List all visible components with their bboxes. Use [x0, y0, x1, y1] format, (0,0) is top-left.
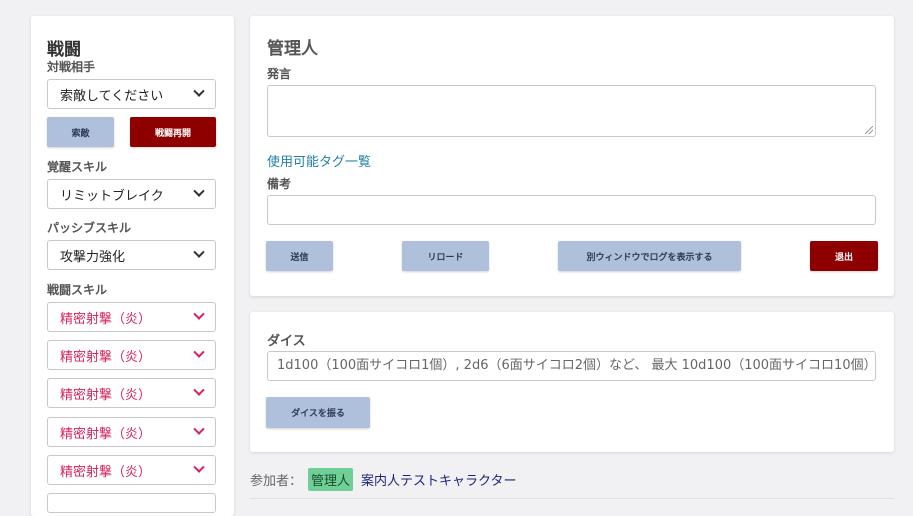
chevron-down-icon	[193, 246, 205, 258]
available-tags-link[interactable]: 使用可能タグ一覧	[267, 151, 371, 170]
chevron-down-icon	[193, 185, 205, 197]
participants-label: 参加者：	[250, 473, 303, 489]
combat-skill-select-1[interactable]: 精密射撃（炎）	[47, 302, 216, 332]
participant-guide-name[interactable]: 案内人テストキャラクター	[361, 470, 516, 489]
combat-skill-select-3[interactable]: 精密射撃（炎）	[47, 378, 216, 408]
awakening-skill-value: リミットブレイク	[60, 188, 164, 204]
battle-title: 戦闘	[47, 40, 81, 60]
dice-placeholder: 1d100（100面サイコロ1個）, 2d6（6面サイコロ2個）など、 最大 1…	[277, 358, 875, 373]
opponent-select-value: 索敵してください	[60, 88, 164, 104]
note-value	[268, 202, 286, 217]
chevron-down-icon	[193, 423, 205, 435]
reload-button[interactable]: リロード	[402, 241, 489, 271]
resize-handle-icon[interactable]	[865, 126, 873, 134]
opponent-select[interactable]: 索敵してください	[47, 79, 216, 109]
combat-skill-select-4[interactable]: 精密射撃（炎）	[47, 417, 216, 447]
awakening-skill-label: 覚醒スキル	[47, 160, 108, 174]
divider	[250, 498, 894, 499]
combat-skill-label: 戦闘スキル	[47, 283, 108, 297]
chat-panel: 管理人 発言 使用可能タグ一覧 備考 送信 リロード 別ウィンドウでログを表示す…	[250, 16, 894, 296]
participants-bar: 参加者： 管理人 案内人テストキャラクター	[250, 467, 517, 491]
exit-button[interactable]: 退出	[810, 241, 878, 271]
note-label: 備考	[267, 177, 292, 191]
combat-skill-select-2[interactable]: 精密射撃（炎）	[47, 340, 216, 370]
combat-skill-select-5[interactable]: 精密射撃（炎）	[47, 455, 216, 485]
chevron-down-icon	[193, 346, 205, 358]
combat-skill-select-6[interactable]	[47, 493, 216, 513]
combat-skill-value: 精密射撃（炎）	[60, 349, 152, 365]
passive-skill-value: 攻撃力強化	[60, 249, 126, 265]
resume-battle-button[interactable]: 戦闘再開	[130, 117, 216, 147]
open-log-window-button[interactable]: 別ウィンドウでログを表示する	[558, 241, 741, 271]
passive-skill-label: パッシブスキル	[47, 221, 132, 235]
combat-skill-value: 精密射撃（炎）	[60, 311, 152, 327]
dice-label: ダイス	[267, 334, 306, 349]
opponent-label: 対戦相手	[47, 60, 96, 74]
speech-label: 発言	[267, 67, 292, 81]
chevron-down-icon	[193, 85, 205, 97]
send-button[interactable]: 送信	[266, 241, 333, 271]
combat-skill-value: 精密射撃（炎）	[60, 426, 152, 442]
chevron-down-icon	[193, 461, 205, 473]
chevron-down-icon	[193, 384, 205, 396]
speech-value	[268, 92, 286, 107]
chevron-down-icon	[193, 308, 205, 320]
awakening-skill-select[interactable]: リミットブレイク	[47, 179, 216, 209]
dice-input[interactable]: 1d100（100面サイコロ1個）, 2d6（6面サイコロ2個）など、 最大 1…	[267, 351, 876, 381]
battle-panel: 戦闘 対戦相手 索敵してください 索敵 戦闘再開 覚醒スキル リミットブレイク …	[31, 16, 234, 516]
speech-textarea[interactable]	[267, 85, 876, 137]
chat-title: 管理人	[267, 39, 318, 59]
combat-skill-value: 精密射撃（炎）	[60, 387, 152, 403]
combat-skill-value: 精密射撃（炎）	[60, 464, 152, 480]
roll-dice-button[interactable]: ダイスを振る	[266, 397, 370, 428]
note-input[interactable]	[267, 195, 876, 225]
participant-admin-tag[interactable]: 管理人	[308, 467, 354, 491]
dice-panel: ダイス 1d100（100面サイコロ1個）, 2d6（6面サイコロ2個）など、 …	[250, 312, 894, 452]
passive-skill-select[interactable]: 攻撃力強化	[47, 240, 216, 270]
search-button[interactable]: 索敵	[47, 117, 114, 147]
